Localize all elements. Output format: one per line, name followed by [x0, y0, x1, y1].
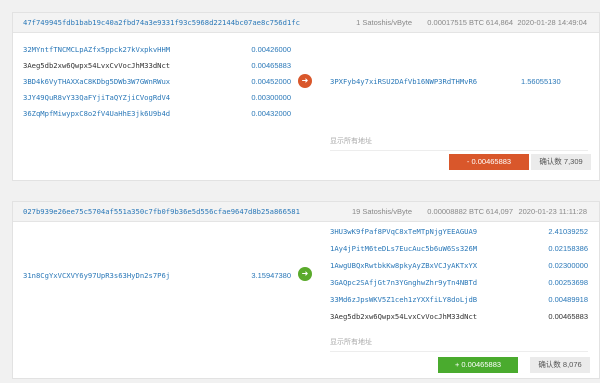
- output-amount: 0.02158386: [548, 244, 588, 253]
- input-address[interactable]: 31n8CgYxVCXVY6y97UpR3s63HyDn2s7P6j: [23, 271, 170, 280]
- input-amount: 3.15947380: [251, 271, 291, 280]
- output-amount: 1.56055130: [521, 77, 561, 86]
- output-address[interactable]: 3PXFyb4y7xiRSU2DAfVb16NWP3RdTHMvR6: [330, 77, 477, 86]
- value-badge: - 0.00465883: [449, 154, 529, 170]
- show-all-addresses-link[interactable]: 显示所有地址: [330, 337, 372, 347]
- input-amount: 0.00300000: [251, 93, 291, 102]
- input-address[interactable]: 3JY49QuR8vY33QaFYjiTaQYZjiCVogRdV4: [23, 93, 170, 102]
- block-height[interactable]: 614,864: [486, 13, 513, 33]
- output-address[interactable]: 1Ay4jPitM6teDLs7EucAuc5b6uW6Ss326M: [330, 244, 477, 253]
- confirmations-badge: 确认数 8,076: [530, 357, 590, 373]
- fee-rate: 1 Satoshis/vByte: [356, 18, 412, 27]
- divider: [330, 150, 588, 151]
- divider: [330, 351, 588, 352]
- input-address[interactable]: 3BD4k6VyTHAXXaC8KDbg5DWb3W7GWnRWux: [23, 77, 170, 86]
- transaction-card: 027b939e26ee75c5704af551a350c7fb0f9b36e5…: [12, 201, 600, 379]
- txid-link[interactable]: 47f749945fdb1bab19c40a2fbd74a3e9331f93c5…: [23, 13, 300, 33]
- output-address[interactable]: 3HU3wK9fPaf8PVqC8xTeMTpNjgYEEAGUA9: [330, 227, 477, 236]
- fee: 0.00017515 BTC: [427, 18, 484, 27]
- output-address[interactable]: 33Md6zJpsWKV5Z1ceh1zYXXfiLY8doLjdB: [330, 295, 477, 304]
- block-height[interactable]: 614,097: [486, 202, 513, 222]
- value-badge: + 0.00465883: [438, 357, 518, 373]
- input-amount: 0.00465883: [251, 61, 291, 70]
- input-amount: 0.00426000: [251, 45, 291, 54]
- input-address[interactable]: 36ZqMpfMiwypxC8o2fV4UaHhE3jk6U9b4d: [23, 109, 170, 118]
- output-amount: 0.00489918: [548, 295, 588, 304]
- input-amount: 0.00452000: [251, 77, 291, 86]
- output-address[interactable]: 3GAQpc2SAfjGt7n3YGnghwZhr9yTn4NBTd: [330, 278, 477, 287]
- input-address[interactable]: 32MYntfTNCMCLpAZfx5ppck27kVxpkvHHM: [23, 45, 170, 54]
- transaction-card: 47f749945fdb1bab19c40a2fbd74a3e9331f93c5…: [12, 12, 600, 181]
- transaction-header: 027b939e26ee75c5704af551a350c7fb0f9b36e5…: [13, 202, 599, 222]
- output-amount: 0.00465883: [548, 312, 588, 321]
- output-amount: 2.41039252: [548, 227, 588, 236]
- input-amount: 0.00432000: [251, 109, 291, 118]
- fee: 0.00008882 BTC: [427, 207, 484, 216]
- timestamp: 2020-01-23 11:11:28: [518, 207, 587, 216]
- output-address-self: 3Aeg5db2xw6Qwpx54LvxCvVocJhM33dNct: [330, 312, 478, 321]
- show-all-addresses-link[interactable]: 显示所有地址: [330, 136, 372, 146]
- output-amount: 0.00253698: [548, 278, 588, 287]
- arrow-right-icon: ➜: [298, 267, 312, 281]
- transaction-header: 47f749945fdb1bab19c40a2fbd74a3e9331f93c5…: [13, 13, 599, 33]
- confirmations-badge: 确认数 7,309: [531, 154, 591, 170]
- output-address[interactable]: 1AwgUBQxRwtbkKw8pkyAyZBxVCJyAKTxYX: [330, 261, 477, 270]
- input-address-self: 3Aeg5db2xw6Qwpx54LvxCvVocJhM33dNct: [23, 61, 171, 70]
- txid-link[interactable]: 027b939e26ee75c5704af551a350c7fb0f9b36e5…: [23, 202, 300, 222]
- output-amount: 0.02300000: [548, 261, 588, 270]
- arrow-right-icon: ➜: [298, 74, 312, 88]
- fee-rate: 19 Satoshis/vByte: [351, 207, 412, 216]
- timestamp: 2020-01-28 14:49:04: [517, 18, 587, 27]
